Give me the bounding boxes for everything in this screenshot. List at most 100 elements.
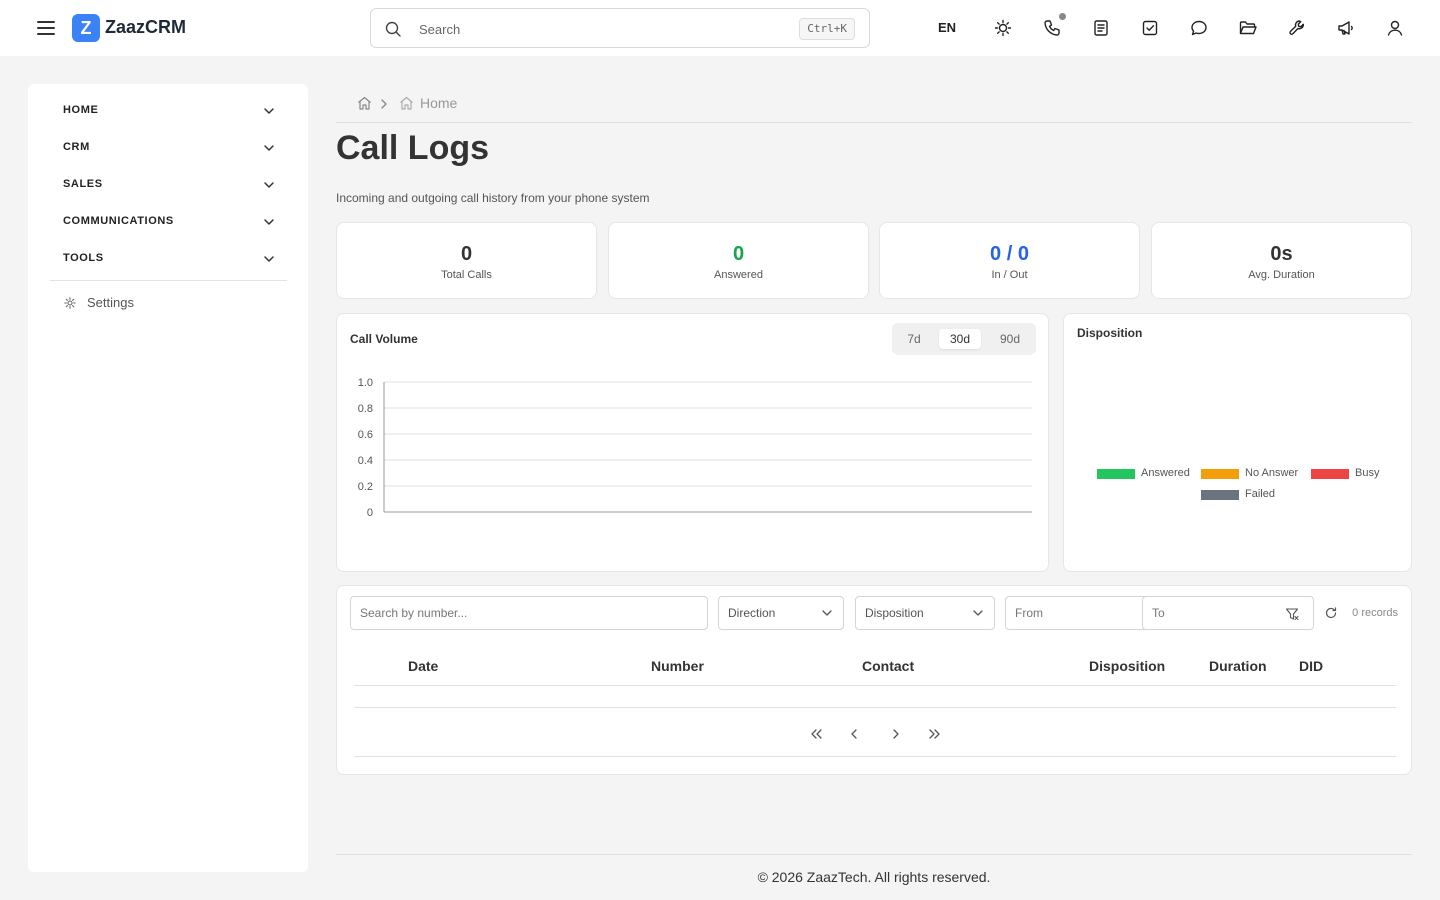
y-tick-label: 0 (367, 507, 373, 519)
sidebar-item-home[interactable]: HOME (50, 96, 287, 126)
y-tick-label: 0.6 (358, 429, 373, 441)
page-subtitle: Incoming and outgoing call history from … (336, 191, 650, 205)
range-7d-button[interactable]: 7d (896, 329, 932, 349)
call-volume-chart: 1.0 0.8 0.6 0.4 0.2 0 (358, 377, 1032, 519)
chevron-right-icon (378, 97, 390, 115)
legend-label: Failed (1245, 488, 1275, 500)
call-volume-title: Call Volume (350, 332, 418, 346)
chevron-down-icon (972, 607, 984, 622)
legend-swatch (1201, 490, 1239, 500)
column-header-duration[interactable]: Duration (1209, 658, 1267, 674)
clear-filter-icon[interactable] (1285, 607, 1299, 624)
checkbox-icon[interactable] (1140, 18, 1160, 38)
y-tick-label: 1.0 (358, 377, 373, 389)
legend-swatch (1311, 469, 1349, 479)
sidebar-item-sales[interactable]: SALES (50, 170, 287, 200)
call-volume-panel: Call Volume 7d 30d 90d 1.0 0.8 0.6 0.4 0.2 0 (336, 313, 1049, 572)
logo-icon: Z (72, 14, 100, 42)
number-search-field[interactable] (350, 596, 708, 630)
range-90d-button[interactable]: 90d (988, 329, 1032, 349)
stat-value: 0 (460, 243, 473, 265)
chevron-down-icon (263, 141, 275, 159)
refresh-icon[interactable] (1324, 606, 1338, 625)
next-page-icon[interactable] (886, 724, 906, 744)
sidebar-item-label: COMMUNICATIONS (63, 215, 174, 227)
to-date-input[interactable] (1152, 606, 1272, 620)
sidebar-item-label: SALES (63, 178, 103, 190)
chevron-down-icon (263, 104, 275, 122)
column-header-number[interactable]: Number (651, 658, 704, 674)
y-tick-label: 0.4 (358, 455, 373, 467)
stat-label: Answered (714, 269, 763, 281)
search-shortcut-badge: Ctrl+K (799, 18, 855, 40)
stat-label: Total Calls (441, 269, 492, 281)
stat-card-answered: 0 Answered (608, 222, 869, 299)
stat-label: Avg. Duration (1248, 269, 1315, 281)
breadcrumb-divider (336, 122, 1412, 123)
table-header-divider (354, 685, 1396, 686)
global-search[interactable]: Ctrl+K (370, 8, 870, 48)
stat-card-total-calls: 0 Total Calls (336, 222, 597, 299)
disposition-select[interactable]: Disposition (855, 596, 995, 630)
to-date-field[interactable] (1142, 596, 1314, 630)
breadcrumb-current[interactable]: Home (420, 95, 457, 111)
disposition-panel: Disposition Answered No Answer Busy Fail… (1063, 313, 1412, 572)
gear-icon (64, 296, 76, 314)
legend-label: Answered (1141, 467, 1190, 479)
sun-icon[interactable] (993, 18, 1013, 38)
range-30d-button[interactable]: 30d (939, 329, 981, 349)
column-header-date[interactable]: Date (408, 658, 438, 674)
phone-icon[interactable] (1042, 18, 1062, 38)
folder-icon[interactable] (1238, 18, 1258, 38)
footer-copyright: © 2026 ZaazTech. All rights reserved. (757, 869, 991, 885)
sidebar-item-label: HOME (63, 104, 99, 116)
top-header: Z ZaazCRM Ctrl+K EN (0, 0, 1440, 56)
legend-swatch (1201, 469, 1239, 479)
disposition-title: Disposition (1077, 326, 1143, 340)
chat-icon[interactable] (1189, 18, 1209, 38)
chevron-down-icon (263, 252, 275, 270)
direction-select[interactable]: Direction (718, 596, 844, 630)
column-header-did[interactable]: DID (1299, 658, 1323, 674)
sidebar-item-label: CRM (63, 141, 90, 153)
megaphone-icon[interactable] (1336, 18, 1356, 38)
notification-dot (1059, 13, 1066, 20)
sidebar-item-tools[interactable]: TOOLS (50, 244, 287, 274)
table-body-divider (354, 707, 1396, 708)
y-tick-label: 0.2 (358, 481, 373, 493)
chevron-down-icon (263, 178, 275, 196)
stat-card-avg-duration: 0s Avg. Duration (1151, 222, 1412, 299)
previous-page-icon[interactable] (844, 724, 864, 744)
column-header-disposition[interactable]: Disposition (1089, 658, 1165, 674)
sidebar-divider (50, 280, 287, 281)
user-icon[interactable] (1385, 18, 1405, 38)
first-page-icon[interactable] (806, 724, 826, 744)
column-header-contact[interactable]: Contact (862, 658, 914, 674)
chevron-down-icon (821, 607, 833, 622)
chevron-down-icon (263, 215, 275, 233)
stat-value: 0 / 0 (990, 243, 1029, 265)
home-icon[interactable] (357, 96, 372, 115)
y-tick-label: 0.8 (358, 403, 373, 415)
footer-divider (336, 854, 1412, 855)
pagination-divider (354, 756, 1396, 757)
legend-label: Busy (1355, 467, 1380, 479)
sidebar-item-communications[interactable]: COMMUNICATIONS (50, 207, 287, 237)
stat-value: 0s (1270, 243, 1293, 265)
search-icon (384, 20, 402, 43)
document-icon[interactable] (1091, 18, 1111, 38)
stat-label: In / Out (991, 269, 1028, 281)
sidebar-item-label: TOOLS (63, 252, 104, 264)
home-icon (399, 96, 414, 115)
number-search-input[interactable] (360, 606, 681, 620)
wrench-icon[interactable] (1287, 18, 1307, 38)
brand-name[interactable]: ZaazCRM (105, 17, 186, 38)
sidebar-item-settings[interactable]: Settings (50, 290, 287, 314)
last-page-icon[interactable] (925, 724, 945, 744)
stat-value: 0 (732, 243, 745, 265)
sidebar-item-crm[interactable]: CRM (50, 133, 287, 163)
global-search-input[interactable] (419, 19, 779, 39)
range-selector: 7d 30d 90d (892, 323, 1036, 355)
language-switcher[interactable]: EN (938, 20, 956, 35)
menu-icon[interactable] (35, 17, 57, 39)
